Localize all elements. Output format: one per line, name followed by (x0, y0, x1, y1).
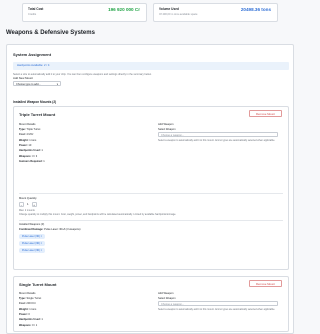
total-cost-value: 196 920 000 Cr (108, 7, 140, 12)
combined-damage: Combined Damage: Pulse Laser: 3D+6 (3 we… (19, 228, 81, 231)
volume-used-card: Volume Used Of 400,00 m tons available s… (153, 3, 278, 22)
weapon-hint: Select a weapon to automatically add it … (158, 308, 276, 311)
total-cost-sub: Credits (28, 13, 37, 16)
detail-key: Cost: (19, 133, 26, 137)
system-assignment-title: System Assignment (13, 52, 52, 57)
detail-key: Hardpoints Used: (19, 149, 41, 153)
mount-name: Single Turret Mount (19, 282, 57, 287)
select-weapon-label: Select Weapon (158, 128, 176, 131)
select-weapon-label: Select Weapon (158, 297, 176, 300)
combined-damage-value: Pulse Laser: 3D+6 (3 weapons) (44, 228, 81, 231)
remove-mount-button[interactable]: Remove Mount (249, 110, 282, 117)
weapon-chip[interactable]: Pulse Laser (3D) × (19, 241, 45, 246)
volume-used-value: 20498.36 tons (240, 7, 271, 12)
quantity-label: Mount Quantity (19, 197, 37, 200)
mount-details-label: Mount Details (19, 123, 36, 126)
remove-mount-button[interactable]: Remove Mount (249, 280, 282, 287)
detail-value: 1 tons (29, 138, 37, 142)
weapon-chip[interactable]: Pulse Laser (3D) × (19, 248, 45, 253)
detail-value: 1 (41, 149, 43, 153)
increment-button[interactable]: + (31, 202, 37, 207)
detail-value: Triple Turret (26, 128, 41, 131)
mount-card: Triple Turret Mount Remove Mount Mount D… (13, 106, 289, 270)
weapon-select[interactable]: Choose a weapon... (158, 132, 278, 137)
detail-key: Power: (19, 312, 28, 316)
mount-name: Triple Turret Mount (19, 112, 56, 117)
divider (19, 220, 283, 221)
mount-card: Single Turret Mount Remove Mount Mount D… (13, 276, 289, 332)
add-weapon-label: Add Weapon (158, 123, 174, 126)
detail-key: Weapons: (19, 323, 32, 327)
chevron-down-icon: ▾ (56, 82, 58, 86)
weapon-hint: Select a weapon to automatically add it … (158, 139, 276, 142)
mount-details: Type: Single Turret Cost: 200 KCr Weight… (19, 297, 43, 329)
mount-details: Type: Triple Turret Cost: 4 MCr Weight: … (19, 128, 45, 165)
add-mount-label: Add New Mount (13, 76, 33, 80)
weapons-panel: System Assignment Hardpoints Available: … (6, 44, 294, 334)
weapon-select[interactable]: Choose a weapon... (158, 301, 278, 306)
add-mount-select[interactable]: Choose type to add... ▾ (13, 81, 61, 86)
detail-value: 4 MCr (26, 133, 34, 137)
detail-value: 0 (28, 312, 30, 316)
quantity-value: 1 (27, 201, 29, 206)
detail-key: Hardpoints Used: (19, 318, 41, 322)
detail-key: Cost: (19, 302, 26, 306)
combined-damage-label: Combined Damage: (19, 228, 44, 231)
installed-mounts-title: Installed Weapon Mounts (2) (13, 100, 57, 104)
detail-value: Single Turret (26, 297, 42, 300)
quantity-hint: Change quantity to multiply this mount. … (19, 213, 177, 216)
detail-key: Type: (19, 128, 26, 131)
weapon-chip[interactable]: Pulse Laser (3D) × (19, 234, 45, 239)
decrement-button[interactable]: − (19, 202, 24, 207)
detail-value: 0 / 1 (32, 323, 38, 327)
installed-weapons-label: Installed Weapons (3) (19, 223, 45, 226)
page-title: Weapons & Defensive Systems (6, 30, 95, 36)
detail-value: 10 (28, 143, 32, 147)
detail-value: 1 (43, 159, 45, 163)
stats-bar: Total Cost Credits 196 920 000 Cr Volume… (22, 3, 278, 22)
total-cost-card: Total Cost Credits 196 920 000 Cr (22, 3, 147, 22)
divider (19, 193, 283, 194)
detail-value: 1 (41, 318, 43, 322)
add-weapon-label: Add Weapon (158, 292, 174, 295)
detail-key: Type: (19, 297, 26, 300)
quantity-max: Max: 2 mounts (19, 209, 35, 212)
detail-value: 200 KCr (26, 302, 36, 306)
detail-key: Weight: (19, 307, 29, 311)
system-hint: Select a size to automatically add it to… (13, 73, 152, 76)
quantity-stepper: − 1 + (19, 202, 37, 207)
detail-key: Gunners Required: (19, 159, 43, 163)
detail-key: Weapons: (19, 154, 32, 158)
detail-value: 3 / 3 (32, 154, 38, 158)
detail-key: Power: (19, 143, 28, 147)
mount-details-label: Mount Details (19, 292, 36, 295)
hardpoints-info: Hardpoints Available: 2 / 4 (13, 62, 289, 70)
volume-used-sub: Of 400,00 m tons available space (159, 13, 198, 16)
detail-key: Weight: (19, 138, 29, 142)
add-mount-placeholder: Choose type to add... (16, 83, 41, 86)
detail-value: 1 tons (29, 307, 37, 311)
